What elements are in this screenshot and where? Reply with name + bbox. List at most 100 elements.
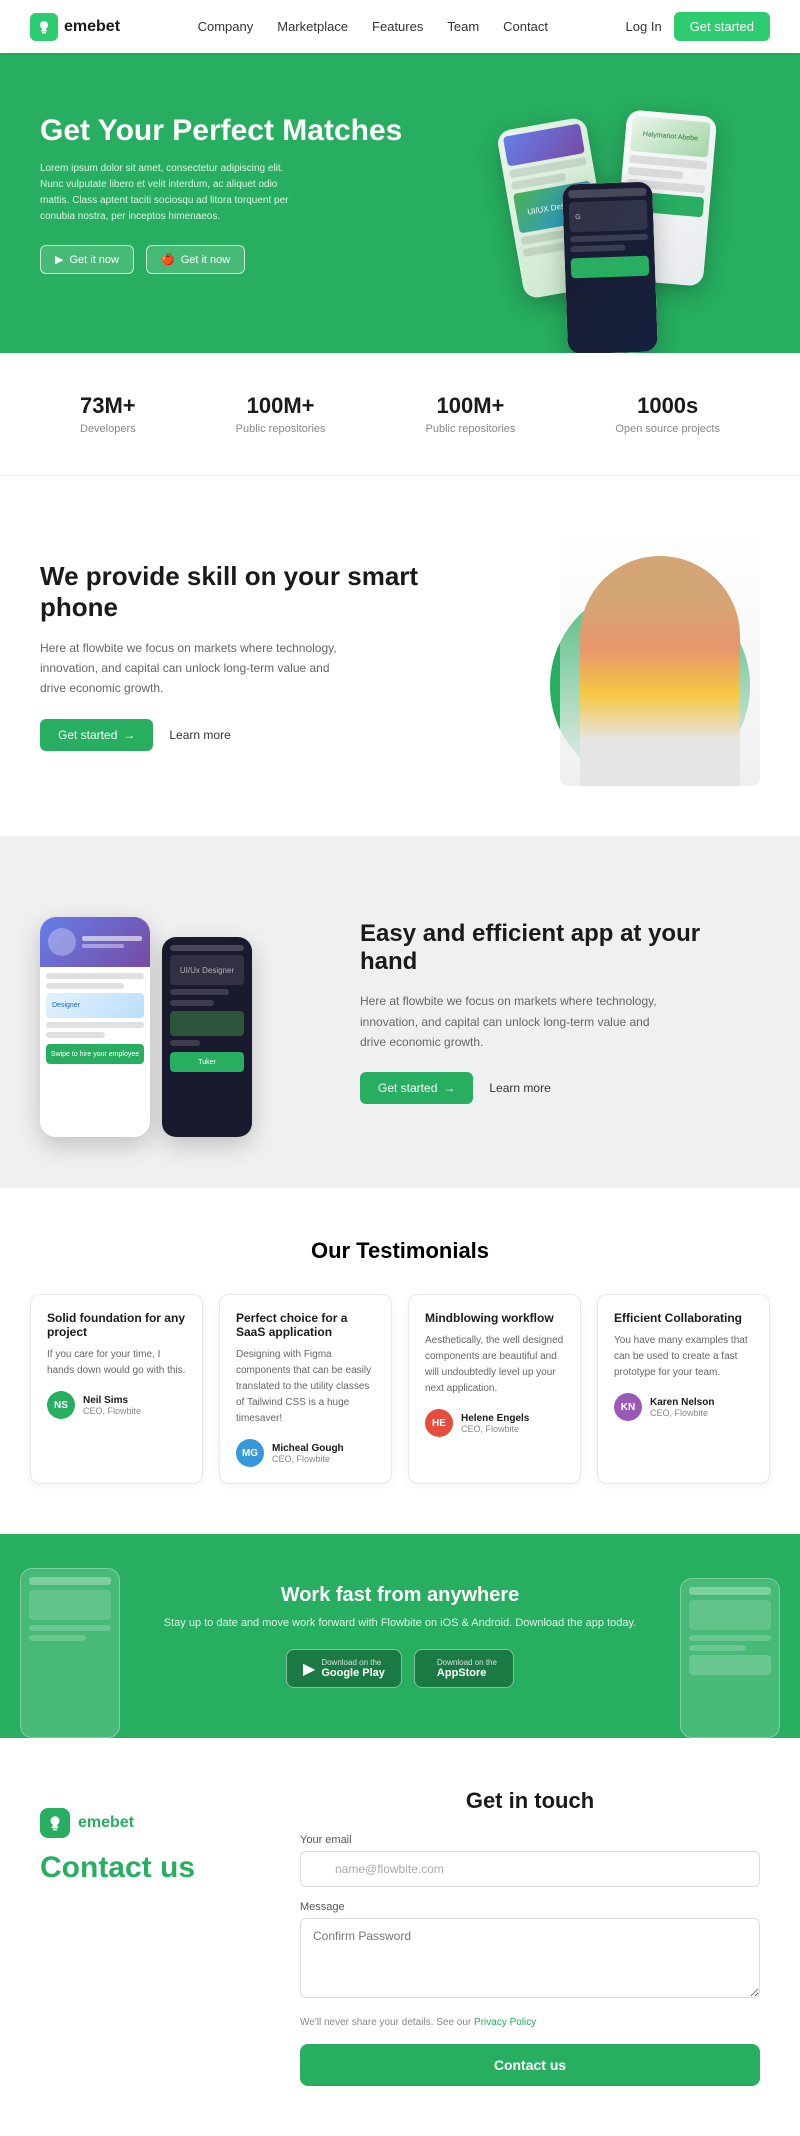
- app-phones: Designer Swipe to hire your employee UI/…: [40, 887, 320, 1137]
- stats-section: 73M+ Developers 100M+ Public repositorie…: [0, 353, 800, 475]
- appstore-main: AppStore: [437, 1667, 497, 1679]
- reviewer-avatar-0: NS: [47, 1391, 75, 1419]
- privacy-note-text: We'll never share your details. See our: [300, 2017, 471, 2028]
- reviewer-role-2: CEO, Flowbite: [461, 1424, 529, 1434]
- contact-logo-icon: [40, 1808, 70, 1838]
- appstore-button[interactable]: Download on the AppStore: [414, 1649, 514, 1688]
- app-started-button[interactable]: Get started →: [360, 1072, 473, 1104]
- testimonial-title-0: Solid foundation for any project: [47, 1311, 186, 1339]
- person-silhouette: [580, 556, 740, 786]
- hero-phones: UI/UX Designer Halymariot Abebe: [436, 103, 760, 353]
- nav-links: Company Marketplace Features Team Contac…: [198, 19, 548, 34]
- reviewer-avatar-3: KN: [614, 1393, 642, 1421]
- stat-repos-2: 100M+ Public repositories: [426, 393, 516, 435]
- stat-num-0: 73M+: [80, 393, 136, 419]
- nav-contact[interactable]: Contact: [503, 19, 548, 34]
- android-download-button[interactable]: ▶ Get it now: [40, 245, 134, 274]
- ios-btn-label: Get it now: [181, 254, 231, 266]
- email-input[interactable]: [300, 1851, 760, 1887]
- navigation: emebet Company Marketplace Features Team…: [0, 0, 800, 53]
- arrow-right-icon: →: [123, 728, 135, 742]
- android-btn-label: Get it now: [69, 254, 119, 266]
- testimonial-grid: Solid foundation for any project If you …: [30, 1294, 770, 1484]
- email-group: Your email ✉: [300, 1834, 760, 1887]
- nav-team[interactable]: Team: [447, 19, 479, 34]
- contact-submit-button[interactable]: Contact us: [300, 2044, 760, 2086]
- nav-company[interactable]: Company: [198, 19, 254, 34]
- testimonial-title-3: Efficient Collaborating: [614, 1311, 753, 1325]
- stat-label-0: Developers: [80, 423, 136, 435]
- app-buttons: Get started → Learn more: [360, 1072, 760, 1104]
- promo-title: Work fast from anywhere: [164, 1584, 636, 1607]
- app-phone-big: Designer Swipe to hire your employee: [40, 917, 150, 1137]
- privacy-link[interactable]: Privacy Policy: [474, 2017, 536, 2028]
- reviewer-name-2: Helene Engels: [461, 1413, 529, 1424]
- reviewer-3: KN Karen Nelson CEO, Flowbite: [614, 1393, 753, 1421]
- skill-description: Here at flowbite we focus on markets whe…: [40, 638, 340, 699]
- appstore-text: Download on the AppStore: [437, 1658, 497, 1679]
- reviewer-info-2: Helene Engels CEO, Flowbite: [461, 1413, 529, 1434]
- hero-buttons: ▶ Get it now 🍎 Get it now: [40, 245, 436, 274]
- contact-us-title: Contact us: [40, 1850, 260, 1886]
- hero-text: Get Your Perfect Matches Lorem ipsum dol…: [40, 103, 436, 274]
- reviewer-info-3: Karen Nelson CEO, Flowbite: [650, 1397, 714, 1418]
- hero-title: Get Your Perfect Matches: [40, 113, 436, 149]
- testimonial-text-0: If you care for your time, I hands down …: [47, 1347, 186, 1379]
- testimonials-section: Our Testimonials Solid foundation for an…: [0, 1188, 800, 1534]
- app-section: Designer Swipe to hire your employee UI/…: [0, 837, 800, 1187]
- android-icon: ▶: [55, 253, 63, 266]
- google-play-button[interactable]: ▶ Download on the Google Play: [286, 1649, 402, 1688]
- apple-icon: 🍎: [161, 253, 175, 266]
- reviewer-role-3: CEO, Flowbite: [650, 1408, 714, 1418]
- ios-download-button[interactable]: 🍎 Get it now: [146, 245, 245, 274]
- app-phone-small: UI/Ux Designer Tuker: [162, 937, 252, 1137]
- app-description: Here at flowbite we focus on markets whe…: [360, 991, 660, 1052]
- login-button[interactable]: Log In: [626, 19, 662, 34]
- testimonials-title: Our Testimonials: [30, 1238, 770, 1264]
- message-textarea[interactable]: [300, 1918, 760, 1998]
- phone-mockup-3: G: [562, 181, 658, 353]
- skill-started-button[interactable]: Get started →: [40, 719, 153, 751]
- stat-label-1: Public repositories: [236, 423, 326, 435]
- app-arrow-icon: →: [443, 1081, 455, 1095]
- google-play-icon: ▶: [303, 1659, 315, 1679]
- nav-features[interactable]: Features: [372, 19, 423, 34]
- message-label: Message: [300, 1901, 760, 1913]
- testimonial-card-1: Perfect choice for a SaaS application De…: [219, 1294, 392, 1484]
- get-in-touch-title: Get in touch: [300, 1788, 760, 1814]
- get-started-button[interactable]: Get started: [674, 12, 770, 41]
- stat-label-2: Public repositories: [426, 423, 516, 435]
- skill-image: [540, 526, 760, 786]
- google-play-text: Download on the Google Play: [321, 1658, 385, 1679]
- promo-description: Stay up to date and move work forward wi…: [164, 1617, 636, 1629]
- email-input-wrapper: ✉: [300, 1851, 760, 1887]
- skill-person-image: [560, 536, 760, 786]
- contact-logo: emebet: [40, 1808, 260, 1838]
- skill-title: We provide skill on your smart phone: [40, 561, 500, 623]
- skill-section: We provide skill on your smart phone Her…: [0, 476, 800, 836]
- promo-phone-mock-right: [680, 1578, 780, 1738]
- skill-learn-button[interactable]: Learn more: [169, 728, 230, 742]
- contact-left: emebet Contact us: [40, 1788, 260, 2086]
- testimonial-text-2: Aesthetically, the well designed compone…: [425, 1333, 564, 1397]
- reviewer-role-0: CEO, Flowbite: [83, 1406, 141, 1416]
- testimonial-title-2: Mindblowing workflow: [425, 1311, 564, 1325]
- privacy-note: We'll never share your details. See our …: [300, 2017, 760, 2028]
- contact-right: Get in touch Your email ✉ Message We'll …: [300, 1788, 760, 2086]
- testimonial-card-0: Solid foundation for any project If you …: [30, 1294, 203, 1484]
- app-learn-button[interactable]: Learn more: [489, 1081, 550, 1095]
- reviewer-role-1: CEO, Flowbite: [272, 1454, 344, 1464]
- nav-marketplace[interactable]: Marketplace: [277, 19, 348, 34]
- testimonial-card-2: Mindblowing workflow Aesthetically, the …: [408, 1294, 581, 1484]
- stat-num-3: 1000s: [615, 393, 720, 419]
- reviewer-name-0: Neil Sims: [83, 1395, 141, 1406]
- reviewer-avatar-2: HE: [425, 1409, 453, 1437]
- skill-buttons: Get started → Learn more: [40, 719, 500, 751]
- testimonial-card-3: Efficient Collaborating You have many ex…: [597, 1294, 770, 1484]
- stat-label-3: Open source projects: [615, 423, 720, 435]
- reviewer-name-3: Karen Nelson: [650, 1397, 714, 1408]
- app-title: Easy and efficient app at your hand: [360, 920, 760, 978]
- testimonial-text-3: You have many examples that can be used …: [614, 1333, 753, 1381]
- app-started-label: Get started: [378, 1081, 437, 1095]
- reviewer-avatar-1: MG: [236, 1439, 264, 1467]
